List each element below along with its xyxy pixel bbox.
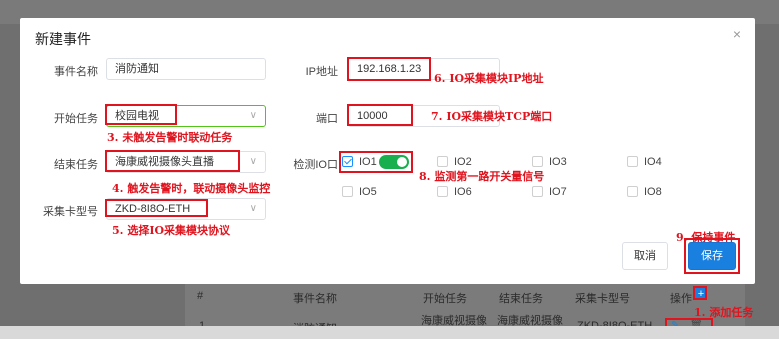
io5-label: IO5 [359, 186, 377, 198]
highlight-io1 [339, 151, 413, 173]
chevron-down-icon: ∨ [249, 156, 257, 167]
chevron-down-icon: ∨ [249, 110, 257, 121]
chevron-down-icon: ∨ [249, 203, 257, 214]
port-label: 端口 [316, 113, 338, 125]
start-task-label: 开始任务 [54, 113, 98, 125]
highlight-port [347, 104, 413, 126]
annotation-start-task: 3. 未触发告警时联动任务 [107, 131, 233, 144]
io8-checkbox[interactable] [627, 186, 638, 197]
io6-label: IO6 [454, 186, 472, 198]
io2-label: IO2 [454, 156, 472, 168]
table-header-index: # [197, 290, 204, 302]
annotation-ip: 6. IO采集模块IP地址 [434, 72, 544, 85]
annotation-port: 7. IO采集模块TCP端口 [431, 110, 553, 123]
highlight-end-task [105, 150, 240, 172]
io3-checkbox[interactable] [532, 156, 543, 167]
table-header-name: 事件名称 [293, 293, 337, 305]
highlight-save [684, 238, 740, 274]
dialog-title: 新建事件 [35, 31, 91, 47]
io5-checkbox[interactable] [342, 186, 353, 197]
io4-label: IO4 [644, 156, 662, 168]
annotation-add-task: 1. 添加任务 [694, 306, 754, 319]
annotation-card-model: 5. 选择IO采集模块协议 [112, 224, 231, 237]
card-model-label: 采集卡型号 [43, 206, 98, 218]
table-header-start-task: 开始任务 [423, 293, 467, 305]
cancel-button[interactable]: 取消 [622, 242, 668, 270]
new-event-dialog: 新建事件 × 事件名称 消防通知 开始任务 校园电视 ∨ 3. 未触发告警时联动… [20, 18, 755, 284]
highlight-add-task [693, 286, 707, 300]
background-footer [0, 326, 779, 339]
table-header-actions: 操作 [670, 293, 692, 305]
io6-checkbox[interactable] [437, 186, 448, 197]
io4-checkbox[interactable] [627, 156, 638, 167]
annotation-io1: 8. 监测第一路开关量信号 [419, 170, 545, 183]
highlight-ip [347, 57, 431, 81]
io7-checkbox[interactable] [532, 186, 543, 197]
close-icon[interactable]: × [733, 26, 741, 42]
end-task-label: 结束任务 [54, 159, 98, 171]
table-header-card-model: 采集卡型号 [575, 293, 630, 305]
ip-label: IP地址 [305, 66, 338, 78]
highlight-card-model [105, 199, 208, 217]
highlight-start-task [105, 104, 177, 125]
io8-label: IO8 [644, 186, 662, 198]
event-name-input[interactable]: 消防通知 [106, 58, 266, 80]
event-name-label: 事件名称 [54, 66, 98, 78]
annotation-end-task: 4. 触发告警时，联动摄像头监控 [112, 182, 271, 195]
io2-checkbox[interactable] [437, 156, 448, 167]
table-header-end-task: 结束任务 [499, 293, 543, 305]
io7-label: IO7 [549, 186, 567, 198]
io-label: 检测IO口 [293, 159, 338, 171]
io3-label: IO3 [549, 156, 567, 168]
